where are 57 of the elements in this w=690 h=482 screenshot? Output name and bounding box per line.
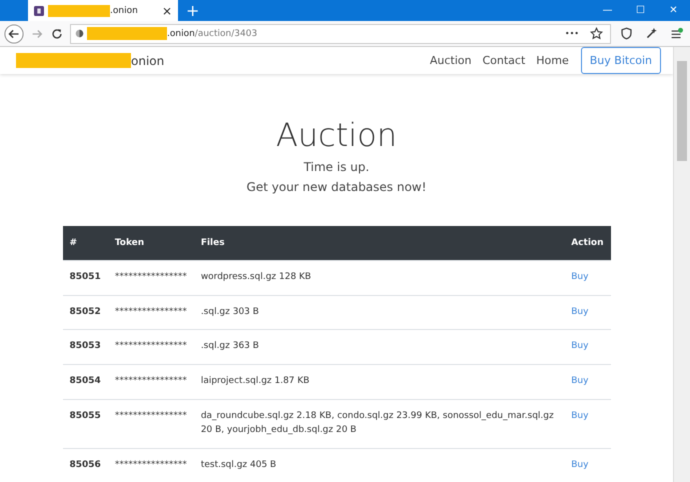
table-cell: wordpress.sql.gz 128 KB	[194, 260, 564, 296]
redaction-block	[48, 4, 110, 16]
table-cell: ****************	[108, 448, 194, 482]
url-host: .onion	[167, 28, 195, 38]
nav-link[interactable]: Auction	[430, 54, 472, 67]
table-cell: 85054	[62, 364, 108, 400]
menu-icon[interactable]	[670, 27, 683, 40]
subtitle: Time is up.	[304, 160, 370, 176]
column-header: Token	[108, 226, 194, 260]
buy-link[interactable]: Buy	[571, 460, 588, 470]
column-header: #	[62, 226, 108, 260]
column-header: Files	[194, 226, 564, 260]
magic-wand-icon[interactable]	[645, 27, 658, 40]
browser-tab[interactable]: .onion ×	[28, 0, 178, 21]
buy-link[interactable]: Buy	[571, 376, 588, 386]
buy-link[interactable]: Buy	[571, 306, 588, 317]
scrollbar[interactable]	[673, 47, 690, 482]
table-cell: 85051	[62, 260, 108, 296]
buy-link[interactable]: Buy	[571, 272, 588, 282]
url-path: /auction/3403	[194, 28, 258, 38]
table-cell: ****************	[108, 260, 194, 296]
site-brand[interactable]: onion	[131, 54, 164, 68]
reload-icon[interactable]	[50, 26, 64, 40]
buy-bitcoin-button[interactable]: Buy Bitcoin	[580, 47, 661, 74]
site-info-icon	[75, 29, 84, 38]
close-tab-button[interactable]: ×	[162, 4, 172, 18]
column-header: Action	[564, 226, 610, 260]
table-cell: ****************	[108, 364, 194, 400]
subtitle: Get your new databases now!	[246, 180, 426, 196]
shield-icon[interactable]	[620, 27, 633, 40]
address-bar[interactable]: .onion/auction/3403 •••	[70, 24, 611, 44]
table-cell: ****************	[108, 400, 194, 449]
nav-link[interactable]: Contact	[482, 54, 526, 67]
window-control-button[interactable]: ☐	[624, 0, 657, 21]
star-icon[interactable]	[590, 27, 603, 40]
buy-link[interactable]: Buy	[571, 411, 588, 422]
tab-title: .onion	[110, 6, 139, 16]
table-cell: da_roundcube.sql.gz 2.18 KB, condo.sql.gz 23.99 KB, sonossol_edu_mar.sql.gz 20 B, yourjobh_edu_db.sql.gz 20 B	[194, 400, 564, 449]
table-cell: 85053	[62, 330, 108, 365]
table-cell: 85056	[62, 448, 108, 482]
buy-link[interactable]: Buy	[571, 341, 588, 352]
site-icon	[34, 6, 44, 16]
back-icon[interactable]	[4, 24, 24, 44]
window-control-button[interactable]: —	[591, 0, 624, 21]
nav-link[interactable]: Home	[536, 54, 569, 67]
table-cell: ****************	[108, 295, 194, 330]
table-cell: .sql.gz 363 B	[194, 330, 564, 365]
table-cell: test.sql.gz 405 B	[194, 448, 564, 482]
table-cell: laiproject.sql.gz 1.87 KB	[194, 364, 564, 400]
new-tab-button[interactable]: +	[178, 0, 208, 21]
table-cell: 85055	[62, 400, 108, 449]
table-cell: .sql.gz 303 B	[194, 295, 564, 330]
page-actions-button[interactable]: •••	[564, 29, 579, 38]
page-title: Auction	[276, 116, 398, 154]
table-cell: ****************	[108, 330, 194, 365]
table-cell: 85052	[62, 295, 108, 330]
window-control-button[interactable]: ✕	[657, 0, 690, 21]
